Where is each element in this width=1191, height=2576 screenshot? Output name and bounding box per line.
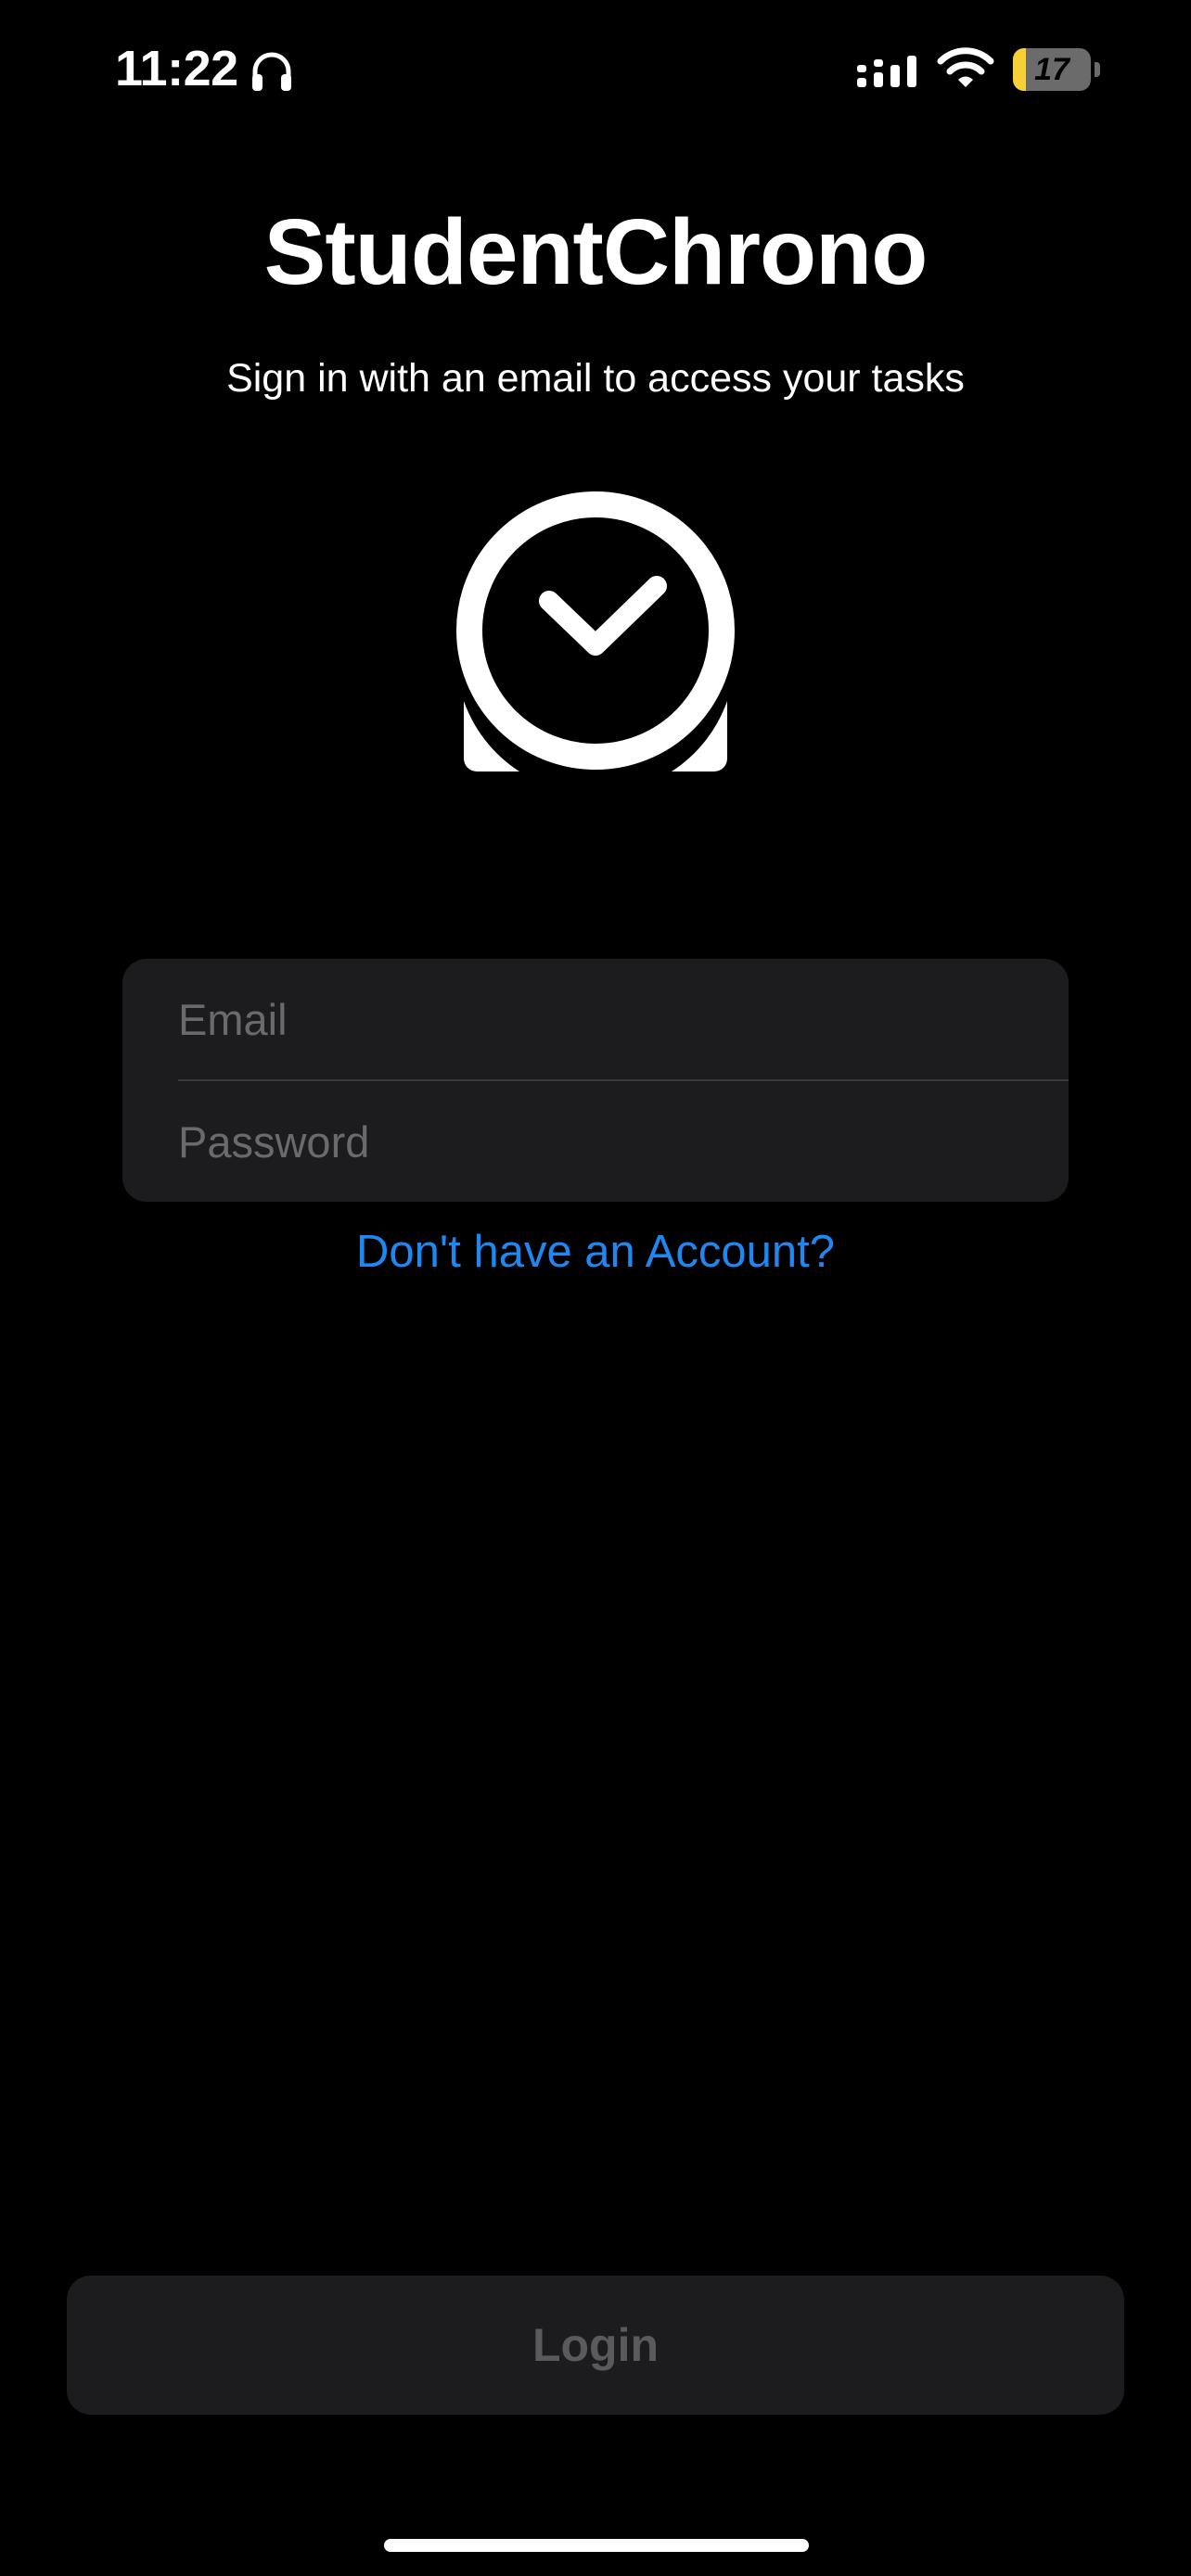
login-form — [122, 959, 1069, 1202]
cellular-signal-icon — [857, 56, 916, 87]
battery-cap — [1095, 62, 1100, 77]
email-field[interactable] — [178, 959, 1069, 1079]
status-time: 11:22 — [115, 41, 238, 96]
home-indicator[interactable] — [384, 2539, 809, 2552]
battery-body: 17 — [1013, 48, 1091, 91]
password-field[interactable] — [178, 1081, 1069, 1202]
clock-checkmark-icon — [456, 491, 735, 772]
battery-level: 17 — [1034, 52, 1069, 87]
battery-icon: 17 — [1013, 48, 1102, 91]
status-bar: 11:22 17 — [0, 0, 1191, 139]
signup-link[interactable]: Don't have an Account? — [0, 1222, 1191, 1282]
app-title: StudentChrono — [263, 200, 928, 304]
login-button[interactable]: Login — [67, 2276, 1124, 2415]
headphones-icon — [252, 52, 291, 91]
subtitle: Sign in with an email to access your tas… — [226, 356, 965, 401]
wifi-icon — [937, 47, 994, 87]
